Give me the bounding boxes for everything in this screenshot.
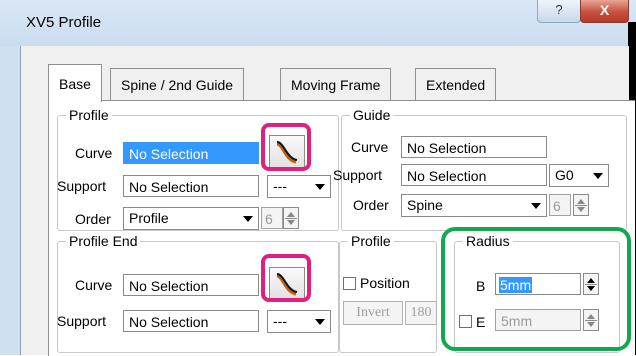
profile-order-spinner[interactable] [283, 207, 299, 229]
profile-support-field[interactable]: No Selection [123, 175, 259, 197]
highlight-profile-curve-button [261, 123, 311, 171]
chevron-down-icon [593, 173, 603, 179]
tab-base[interactable]: Base [48, 64, 102, 102]
guide-order-spinner[interactable] [573, 194, 589, 216]
invert-button[interactable]: Invert [343, 301, 403, 325]
profile-curve-label: Curve [75, 145, 113, 161]
guide-support-label: Support [333, 167, 383, 183]
chevron-down-icon [315, 319, 325, 325]
profile-end-group-title: Profile End [69, 233, 138, 249]
arrow-down-icon [577, 207, 585, 212]
dialog-window: XV5 Profile ? X Base Spine / 2nd Guide M… [0, 0, 636, 356]
profile-end-support-combo-value: --- [273, 313, 287, 329]
title-bar[interactable]: XV5 Profile ? X [0, 0, 636, 46]
chevron-down-icon [315, 184, 325, 190]
profile-support-combo-value: --- [273, 178, 287, 194]
profile-group-title: Profile [69, 107, 109, 123]
profile-end-curve-label: Curve [75, 277, 113, 293]
guide-order-label: Order [353, 197, 389, 213]
rotate-180-button[interactable]: 180 [405, 301, 437, 325]
help-button[interactable]: ? [537, 0, 581, 23]
close-button[interactable]: X [580, 0, 629, 23]
guide-group-title: Guide [353, 107, 391, 123]
tab-moving-frame[interactable]: Moving Frame [280, 68, 392, 101]
profile-end-support-combo[interactable]: --- [267, 310, 331, 333]
guide-order-combo-value: Spine [407, 197, 443, 213]
profile-end-curve-field[interactable]: No Selection [123, 274, 259, 296]
guide-continuity-combo[interactable]: G0 [549, 164, 609, 187]
profile-support-combo[interactable]: --- [267, 175, 331, 198]
arrow-up-icon [287, 212, 295, 217]
highlight-radius-group [441, 227, 631, 351]
guide-continuity-value: G0 [555, 167, 574, 183]
profile-order-combo-value: Profile [129, 210, 169, 226]
profile-order-combo[interactable]: Profile [123, 207, 259, 230]
guide-curve-field[interactable]: No Selection [401, 136, 547, 158]
profile-support-label: Support [57, 178, 107, 194]
profile-curve-field[interactable]: No Selection [123, 142, 259, 164]
arrow-down-icon [287, 220, 295, 225]
profile-order-label: Order [75, 211, 111, 227]
tab-spine-2nd-guide[interactable]: Spine / 2nd Guide [110, 68, 245, 101]
profile-end-support-field[interactable]: No Selection [123, 310, 259, 332]
profile-position-group-title: Profile [351, 233, 391, 249]
guide-support-field[interactable]: No Selection [401, 164, 547, 186]
guide-curve-label: Curve [351, 139, 389, 155]
position-label: Position [360, 275, 410, 291]
profile-order-spin-value: 6 [261, 207, 283, 229]
position-checkbox[interactable] [343, 277, 356, 290]
arrow-up-icon [577, 199, 585, 204]
guide-order-combo[interactable]: Spine [401, 194, 547, 217]
tab-extended[interactable]: Extended [415, 68, 497, 101]
window-title: XV5 Profile [26, 14, 102, 31]
chevron-down-icon [243, 216, 253, 222]
chevron-down-icon [531, 203, 541, 209]
profile-position-group: Profile [339, 233, 437, 353]
highlight-profile-end-curve-button [261, 254, 311, 302]
guide-order-spin-value: 6 [549, 194, 571, 216]
profile-end-support-label: Support [57, 313, 107, 329]
